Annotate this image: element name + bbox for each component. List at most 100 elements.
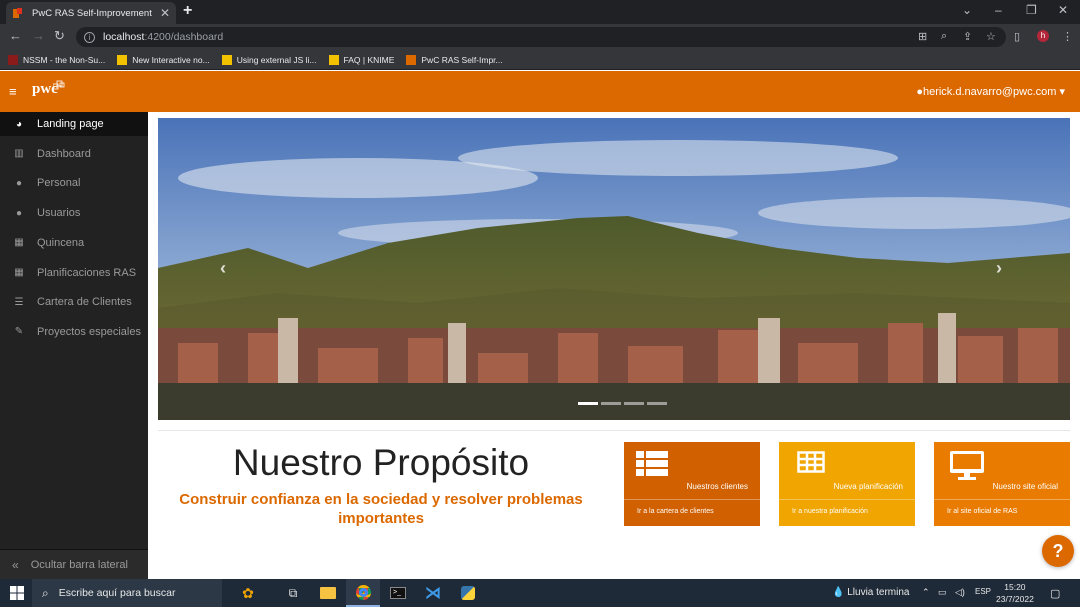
bar-chart-icon: ▥ [14, 148, 24, 160]
carousel-indicator[interactable] [647, 402, 667, 405]
sidebar-item-planificaciones-ras[interactable]: ▦ Planificaciones RAS [0, 261, 148, 285]
side-panel-icon[interactable]: ▯ [1014, 30, 1020, 43]
new-tab-button[interactable]: + [183, 2, 192, 20]
task-view-icon[interactable]: ⧉ [276, 579, 310, 607]
sidebar-item-label: Quincena [37, 236, 85, 249]
card-footer-link[interactable]: Ir a nuestra planificación [779, 500, 915, 515]
sidebar: « Ocultar barra lateral ◕ Landing page ▥ Da… [0, 112, 148, 579]
notifications-icon[interactable]: ▢ [1050, 587, 1060, 600]
news-widget-icon[interactable]: ✿ [224, 579, 272, 607]
tab-search-icon[interactable]: ⌄ [962, 3, 972, 17]
sidebar-item-dashboard[interactable]: ▥ Dashboard [0, 142, 148, 166]
carousel-prev-button[interactable]: ‹ [220, 258, 226, 279]
sidebar-item-usuarios[interactable]: ● Usuarios [0, 201, 148, 225]
python-app-icon[interactable] [451, 579, 485, 607]
user-icon: ● [916, 86, 923, 98]
bookmark-item[interactable]: NSSM - the Non-Su... [8, 54, 105, 65]
windows-taskbar: ⌕ Escribe aquí para buscar ✿ ⧉ >_ ⋊ 💧 Ll… [0, 579, 1080, 607]
carousel-indicator[interactable] [601, 402, 621, 405]
app-header: ≡ pwc ●herick.d.navarro@pwc.com ▾ [0, 71, 1080, 112]
bookmark-item[interactable]: PwC RAS Self-Impr... [406, 54, 503, 65]
sidebar-item-personal[interactable]: ● Personal [0, 171, 148, 195]
tab-close-icon[interactable]: ✕ [160, 6, 170, 20]
help-button[interactable]: ? [1042, 535, 1074, 567]
sidebar-item-label: Proyectos especiales [37, 325, 141, 338]
language-indicator[interactable]: ESP [975, 587, 991, 596]
collapse-sidebar-button[interactable]: « Ocultar barra lateral [0, 549, 148, 579]
section-divider [158, 430, 1070, 431]
user-icon: ● [15, 177, 23, 189]
tab-title: PwC RAS Self-Improvement [32, 7, 152, 19]
sidebar-item-proyectos-especiales[interactable]: ✎ Proyectos especiales [0, 320, 148, 344]
more-menu-icon[interactable]: ⋮ [1062, 30, 1073, 43]
close-window-icon[interactable]: ✕ [1058, 3, 1068, 17]
card-title: Nuestros clientes [686, 482, 748, 491]
card-title: Nueva planificación [833, 482, 903, 491]
card-footer-link[interactable]: Ir al site oficial de RAS [934, 500, 1070, 515]
clock-date: 23/7/2022 [996, 594, 1034, 604]
bookmark-favicon-icon [406, 54, 417, 65]
bookmark-favicon-icon [221, 54, 232, 65]
bookmark-label: New Interactive no... [132, 54, 210, 65]
browser-toolbar: ← → ↻ i localhost:4200/dashboard ⊞ ⌕ ⇪ ☆… [0, 24, 1080, 50]
sidebar-item-landing-page[interactable]: ◕ Landing page [0, 112, 148, 136]
vscode-icon[interactable]: ⋊ [416, 579, 450, 607]
table-icon [797, 451, 825, 473]
bookmark-item[interactable]: Using external JS li... [221, 54, 317, 65]
card-footer-link[interactable]: Ir a la cartera de clientes [624, 500, 760, 515]
zoom-icon[interactable]: ⌕ [941, 30, 947, 43]
weather-widget[interactable]: 💧 Lluvia termina [832, 587, 910, 598]
sidebar-item-label: Dashboard [37, 147, 91, 160]
chrome-icon[interactable] [346, 579, 380, 607]
bookmark-item[interactable]: FAQ | KNIME [328, 54, 394, 65]
carousel-indicator[interactable] [578, 402, 598, 405]
share-icon[interactable]: ⇪ [963, 30, 972, 43]
network-icon[interactable]: ▭ [938, 587, 947, 598]
sidebar-item-quincena[interactable]: ▦ Quincena [0, 231, 148, 255]
pwc-favicon-icon [13, 8, 22, 18]
weather-icon: 💧 [832, 587, 845, 598]
sidebar-item-label: Personal [37, 177, 81, 190]
carousel-next-button[interactable]: › [996, 258, 1002, 279]
table-icon: ▦ [14, 237, 24, 249]
reload-icon[interactable]: ↻ [54, 28, 65, 44]
search-placeholder: Escribe aquí para buscar [58, 587, 176, 599]
clock-time: 15:20 [1004, 582, 1026, 592]
hamburger-menu-icon[interactable]: ≡ [9, 84, 17, 99]
file-explorer-icon[interactable] [311, 579, 345, 607]
windows-start-icon[interactable] [10, 586, 24, 600]
tray-chevron-icon[interactable]: ⌃ [922, 587, 930, 598]
site-info-icon[interactable]: i [84, 31, 95, 43]
sidebar-item-cartera-de-clientes[interactable]: ☰ Cartera de Clientes [0, 290, 148, 314]
profile-avatar-icon[interactable]: h [1037, 30, 1049, 42]
url-text: localhost:4200/dashboard [103, 31, 224, 43]
purpose-title: Nuestro Propósito [232, 442, 530, 483]
browser-tab-strip: PwC RAS Self-Improvement ✕ + ⌄ – ❐ ✕ [0, 0, 1080, 24]
double-chevron-left-icon: « [12, 557, 19, 572]
minimize-icon[interactable]: – [995, 3, 1002, 17]
sidebar-item-label: Landing page [37, 118, 104, 130]
terminal-icon[interactable]: >_ [381, 579, 415, 607]
volume-icon[interactable]: ◁) [955, 587, 965, 598]
wrench-icon: ✎ [14, 326, 24, 338]
bookmarks-bar: NSSM - the Non-Su... New Interactive no.… [0, 50, 1080, 70]
address-bar[interactable]: i localhost:4200/dashboard [76, 27, 1006, 47]
restore-icon[interactable]: ❐ [1026, 3, 1037, 17]
card-title: Nuestro site oficial [992, 482, 1058, 491]
back-icon[interactable]: ← [9, 28, 22, 43]
taskbar-search-input[interactable]: ⌕ Escribe aquí para buscar [32, 579, 222, 607]
card-clients[interactable]: Nuestros clientes Ir a la cartera de cli… [624, 442, 760, 526]
sidebar-item-label: Usuarios [37, 207, 81, 220]
sidebar-item-label: Planificaciones RAS [37, 266, 137, 279]
bookmark-item[interactable]: New Interactive no... [117, 54, 210, 65]
card-official-site[interactable]: Nuestro site oficial Ir al site oficial … [934, 442, 1070, 526]
card-planning[interactable]: Nueva planificación Ir a nuestra planifi… [779, 442, 915, 526]
translate-icon[interactable]: ⊞ [918, 30, 927, 43]
mountain-city-photo [158, 118, 1070, 420]
carousel-indicator[interactable] [624, 402, 644, 405]
forward-icon[interactable]: → [32, 28, 45, 43]
browser-tab[interactable]: PwC RAS Self-Improvement ✕ [6, 2, 176, 24]
bookmark-star-icon[interactable]: ☆ [986, 30, 996, 43]
taskbar-clock[interactable]: 15:20 23/7/2022 [996, 581, 1034, 605]
user-menu[interactable]: ●herick.d.navarro@pwc.com ▾ [916, 85, 1065, 98]
